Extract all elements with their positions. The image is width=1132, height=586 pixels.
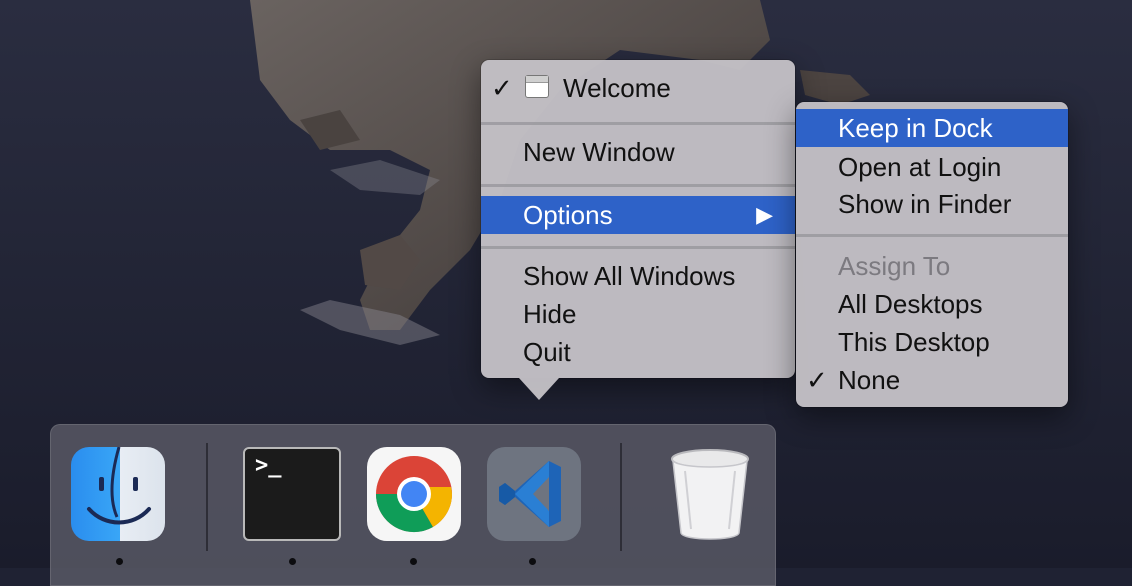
menu-pointer <box>519 378 559 400</box>
menu-item-label: All Desktops <box>838 289 983 319</box>
running-indicator <box>116 558 123 565</box>
submenu-arrow-icon: ▶ <box>756 202 773 227</box>
running-indicator <box>410 558 417 565</box>
menu-separator <box>796 234 1068 237</box>
running-indicator <box>289 558 296 565</box>
menu-item-label: Quit <box>523 337 571 367</box>
menu-item-show-all-windows[interactable]: Show All Windows <box>481 257 795 295</box>
dock-divider <box>206 443 208 551</box>
dock-divider <box>620 443 622 551</box>
menu-header-assign-to: Assign To <box>796 247 1068 285</box>
terminal-prompt: >_ <box>255 453 282 478</box>
app-context-menu: ✓ Welcome New Window Options ▶ Show All … <box>481 60 795 400</box>
finder-face <box>87 447 151 525</box>
menu-item-open-at-login[interactable]: Open at Login <box>796 148 1068 186</box>
trash-icon[interactable] <box>663 447 757 541</box>
window-icon <box>525 75 549 98</box>
menu-separator <box>481 184 795 187</box>
menu-item-label: Open at Login <box>838 152 1002 182</box>
menu-item-hide[interactable]: Hide <box>481 295 795 333</box>
menu-item-label: Hide <box>523 299 577 329</box>
menu-item-options[interactable]: Options ▶ <box>481 196 795 234</box>
chrome-icon[interactable] <box>367 447 461 541</box>
menu-item-keep-in-dock[interactable]: Keep in Dock <box>796 109 1068 147</box>
running-indicator <box>529 558 536 565</box>
vscode-icon[interactable] <box>487 447 581 541</box>
menu-item-quit[interactable]: Quit <box>481 333 795 371</box>
menu-item-label: New Window <box>523 137 675 167</box>
menu-item-label: Show in Finder <box>838 189 1012 219</box>
trash-can <box>671 449 749 540</box>
menu-item-label: Welcome <box>563 73 671 103</box>
menu-item-label: None <box>838 365 901 395</box>
finder-icon[interactable] <box>71 447 165 541</box>
menu-item-label: Options <box>523 200 613 230</box>
menu-item-none[interactable]: ✓ None <box>796 361 1068 399</box>
dock: >_ <box>50 424 776 586</box>
menu-item-label: Show All Windows <box>523 261 736 291</box>
menu-item-all-desktops[interactable]: All Desktops <box>796 285 1068 323</box>
menu-item-label: This Desktop <box>838 327 990 357</box>
menu-item-new-window[interactable]: New Window <box>481 133 795 171</box>
checkmark-icon: ✓ <box>491 73 513 103</box>
menu-section-label: Assign To <box>838 251 951 281</box>
menu-item-label: Keep in Dock <box>838 113 993 143</box>
terminal-icon[interactable]: >_ <box>243 447 341 541</box>
menu-separator <box>481 122 795 125</box>
options-submenu: Keep in Dock Open at Login Show in Finde… <box>796 102 1068 407</box>
menu-item-this-desktop[interactable]: This Desktop <box>796 323 1068 361</box>
chrome-logo <box>375 456 453 533</box>
menu-item-welcome[interactable]: ✓ Welcome <box>481 69 795 107</box>
menu-separator <box>481 246 795 249</box>
vscode-logo <box>499 461 561 527</box>
checkmark-icon: ✓ <box>806 365 828 395</box>
menu-item-show-in-finder[interactable]: Show in Finder <box>796 185 1068 223</box>
